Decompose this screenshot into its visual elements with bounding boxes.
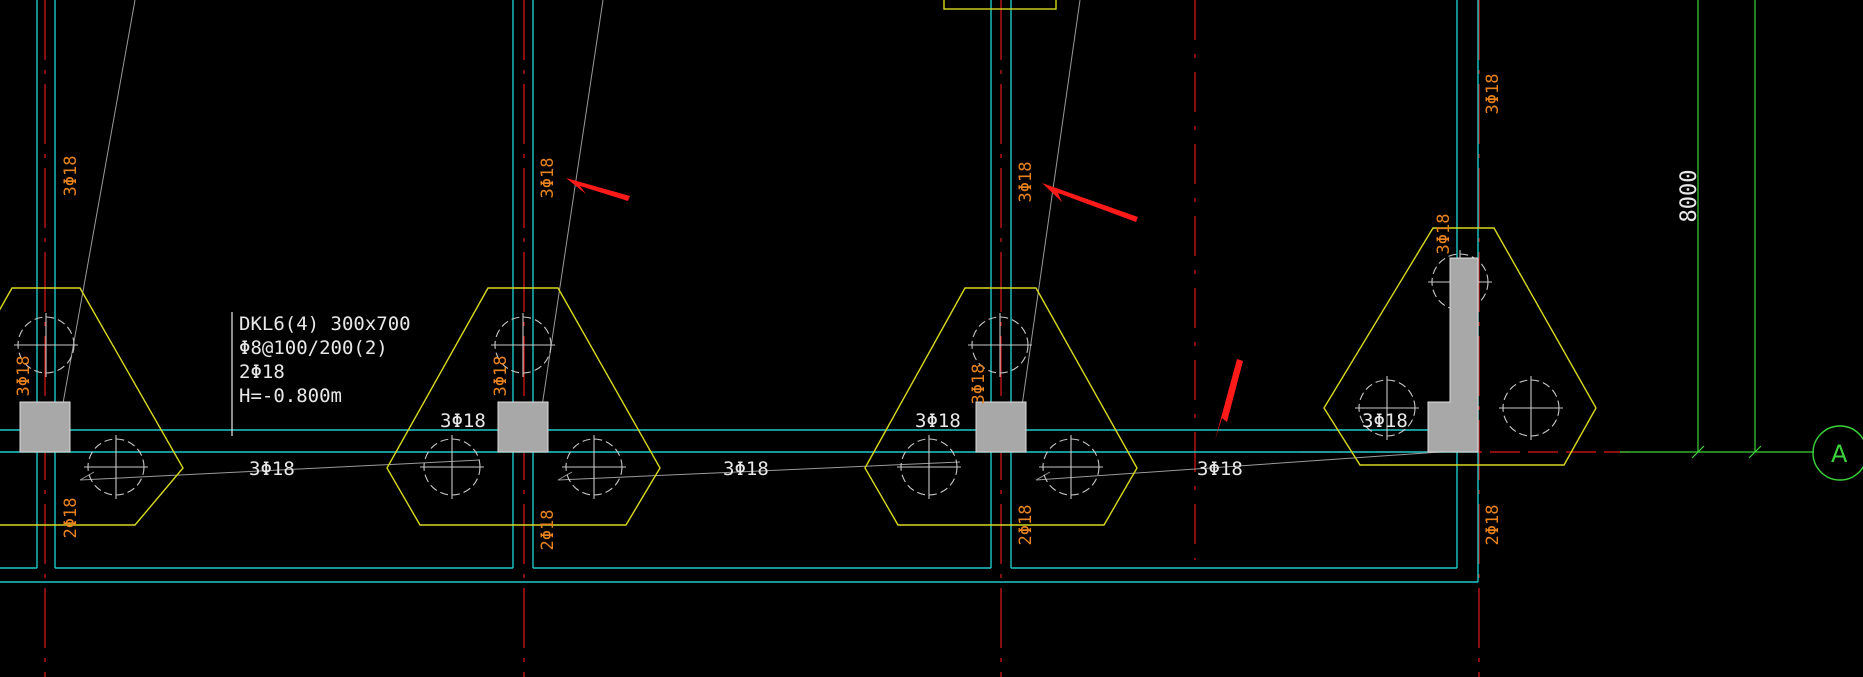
cap-rebar-label-3: 3Φ18: [969, 364, 989, 405]
arrow-icon-2: [1042, 183, 1138, 222]
top-rebar-label-3: 3Φ18: [1016, 162, 1036, 203]
pile-cap-bar-label-2: 3Φ18: [915, 410, 961, 432]
bottom-rebar-label-2: 2Φ18: [538, 510, 558, 551]
beam-note-line-2: Φ8@100/200(2): [239, 337, 388, 359]
guide-lines: [59, 0, 1441, 481]
dimension-lines: [1620, 0, 1814, 459]
bottom-bar-labels: 3Φ18 3Φ18 3Φ18: [249, 458, 1243, 480]
bottom-bar-label-2: 3Φ18: [723, 458, 769, 480]
pile-1b: [84, 435, 148, 499]
pile-cap-bar-label-1: 3Φ18: [440, 410, 486, 432]
top-rebar-label-5: 3Φ18: [1434, 214, 1454, 255]
dimension-label: 8000: [1677, 170, 1702, 223]
bottom-rebar-label-3: 2Φ18: [1016, 505, 1036, 546]
pile-3c: [1039, 435, 1103, 499]
axis-label: A: [1831, 440, 1848, 468]
pile-2b: [420, 435, 484, 499]
column-corner-l: [1427, 257, 1479, 453]
bottom-bar-label-1: 3Φ18: [249, 458, 295, 480]
cad-drawing-canvas[interactable]: A 8000 DKL6(4) 300x700 Φ8@100/200(2) 2Φ1…: [0, 0, 1863, 677]
bottom-bar-label-3: 3Φ18: [1197, 458, 1243, 480]
column-3: [975, 401, 1027, 453]
bottom-rebar-label-4: 2Φ18: [1483, 505, 1503, 546]
pile-2c: [562, 435, 626, 499]
beam-note-line-3: 2Φ18: [239, 361, 285, 383]
pile-cap-bar-labels: 3Φ18 3Φ18 3Φ18: [440, 410, 1408, 432]
beam-outlines: [0, 0, 1479, 583]
column-1: [19, 401, 71, 453]
beam-note-line-1: DKL6(4) 300x700: [239, 313, 411, 335]
arrow-icon-1: [566, 178, 630, 201]
cap-rebar-label-2: 3Φ18: [491, 356, 511, 397]
pile-caps: [0, 0, 1597, 526]
top-rebar-label-4: 3Φ18: [1483, 74, 1503, 115]
pile-cap-bar-label-3: 3Φ18: [1362, 410, 1408, 432]
bottom-rebar-label-1: 2Φ18: [61, 498, 81, 539]
axis-bubble-a: A: [1812, 425, 1863, 481]
arrow-icon-3: [1215, 359, 1243, 440]
column-2: [497, 401, 549, 453]
top-rebar-label-2: 3Φ18: [538, 158, 558, 199]
beam-note: DKL6(4) 300x700 Φ8@100/200(2) 2Φ18 H=-0.…: [231, 312, 411, 436]
pile-4c: [1499, 376, 1563, 440]
top-rebar-label-1: 3Φ18: [61, 156, 81, 197]
annotation-arrows: [566, 178, 1243, 440]
beam-note-line-4: H=-0.800m: [239, 385, 342, 407]
pile-cap-top-fragment: [943, 0, 1057, 10]
pile-3b: [897, 435, 961, 499]
cap-rebar-label-1: 3Φ18: [14, 356, 34, 397]
